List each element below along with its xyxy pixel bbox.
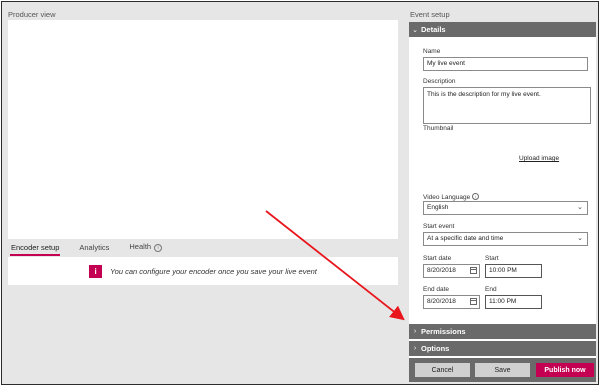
tab-health[interactable]: Health i bbox=[129, 242, 163, 256]
thumbnail-label: Thumbnail bbox=[423, 125, 454, 132]
video-language-label: Video Language i bbox=[423, 193, 480, 201]
tab-analytics[interactable]: Analytics bbox=[79, 243, 109, 256]
chevron-down-icon: ⌄ bbox=[577, 235, 583, 242]
start-date-field[interactable]: 8/20/2018 bbox=[423, 264, 480, 278]
name-label: Name bbox=[423, 48, 441, 55]
start-time-field[interactable]: 10:00 PM bbox=[485, 264, 542, 278]
video-language-select[interactable]: English ⌄ bbox=[423, 201, 588, 215]
end-time-label: End bbox=[485, 286, 497, 293]
producer-view-title: Producer view bbox=[8, 10, 56, 19]
encoder-message: You can configure your encoder once you … bbox=[110, 266, 317, 276]
chevron-down-icon: ⌄ bbox=[412, 26, 418, 34]
save-button[interactable]: Save bbox=[475, 363, 530, 377]
start-time-label: Start bbox=[485, 255, 499, 262]
tab-analytics-label: Analytics bbox=[79, 243, 110, 252]
action-footer: Cancel Save Publish now bbox=[409, 358, 596, 382]
options-header-label: Options bbox=[421, 344, 450, 353]
info-icon: i bbox=[89, 264, 103, 278]
tab-health-label: Health bbox=[129, 242, 152, 251]
chevron-right-icon: › bbox=[413, 328, 417, 335]
end-date-label: End date bbox=[423, 286, 450, 293]
chevron-down-icon: ⌄ bbox=[577, 204, 583, 211]
video-language-value: English bbox=[427, 204, 449, 211]
end-date-value: 8/20/2018 bbox=[427, 298, 456, 305]
app-window: Producer view Encoder setup Analytics He… bbox=[1, 1, 599, 385]
chevron-right-icon: › bbox=[413, 345, 417, 352]
options-section-header[interactable]: › Options bbox=[409, 341, 596, 356]
video-preview bbox=[8, 20, 398, 239]
tab-encoder-setup[interactable]: Encoder setup bbox=[9, 243, 61, 256]
producer-tabs: Encoder setup Analytics Health i bbox=[8, 240, 401, 256]
details-header-label: Details bbox=[421, 25, 446, 34]
description-label: Description bbox=[423, 78, 456, 85]
start-event-value: At a specific date and time bbox=[427, 235, 504, 242]
start-event-select[interactable]: At a specific date and time ⌄ bbox=[423, 232, 588, 246]
video-language-label-text: Video Language bbox=[423, 194, 471, 201]
start-date-label: Start date bbox=[423, 255, 452, 262]
description-field[interactable]: This is the description for my live even… bbox=[423, 87, 591, 124]
tab-encoder-setup-label: Encoder setup bbox=[11, 243, 60, 252]
upload-image-link[interactable]: Upload image bbox=[519, 155, 559, 162]
start-date-value: 8/20/2018 bbox=[427, 267, 456, 274]
event-setup-title: Event setup bbox=[410, 10, 450, 19]
info-icon: i bbox=[472, 193, 480, 200]
calendar-icon[interactable] bbox=[470, 267, 477, 274]
cancel-button[interactable]: Cancel bbox=[415, 363, 470, 377]
permissions-section-header[interactable]: › Permissions bbox=[409, 324, 596, 339]
calendar-icon[interactable] bbox=[470, 298, 477, 305]
publish-now-button[interactable]: Publish now bbox=[536, 363, 594, 377]
end-time-field[interactable]: 11:00 PM bbox=[485, 295, 542, 309]
end-date-field[interactable]: 8/20/2018 bbox=[423, 295, 480, 309]
event-setup-panel: ⌄ Details Name My live event Description… bbox=[409, 22, 596, 382]
start-event-label: Start event bbox=[423, 223, 455, 230]
encoder-setup-panel: i You can configure your encoder once yo… bbox=[8, 257, 398, 285]
permissions-header-label: Permissions bbox=[421, 327, 466, 336]
info-icon: i bbox=[154, 244, 163, 252]
details-section-header[interactable]: ⌄ Details bbox=[409, 22, 596, 37]
name-field[interactable]: My live event bbox=[423, 57, 588, 71]
